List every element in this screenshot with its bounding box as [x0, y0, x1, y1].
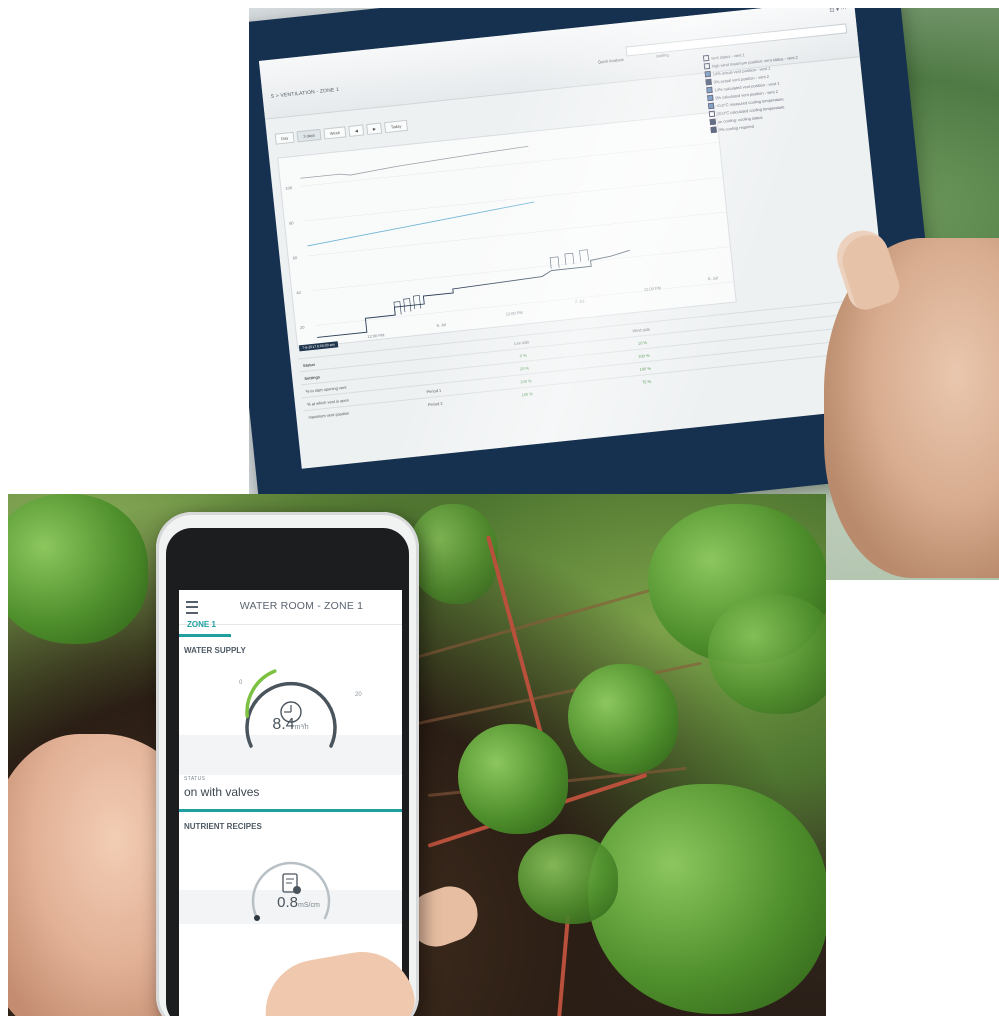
- x-tick: 12:00 PM: [505, 310, 523, 317]
- period-buttons: Day 3 days Week ◀ ▶ Today: [274, 119, 408, 145]
- leaf: [458, 724, 568, 834]
- nutrient-value: 0.8mS/cm: [179, 894, 402, 911]
- x-tick: 12:00 PM: [644, 285, 662, 292]
- today-button[interactable]: Today: [384, 119, 408, 134]
- gauge-marker: [254, 915, 260, 921]
- legend-checkbox[interactable]: [705, 78, 712, 86]
- prev-button[interactable]: ◀: [348, 124, 365, 137]
- tablet-screen: ⊡ ▾ ⋯ Quick Analysis cooling S > VENTILA…: [258, 8, 897, 469]
- leaf: [518, 834, 618, 924]
- three-days-button[interactable]: 3 days: [296, 128, 322, 143]
- value-number: 0.8: [277, 894, 299, 911]
- page-title: WATER ROOM - ZONE 1: [239, 600, 364, 612]
- gauge-min: 0: [239, 680, 243, 686]
- phone-device: WATER ROOM - ZONE 1 ZONE 1 WATER SUPPLY …: [156, 512, 419, 1016]
- status-label: STATUS: [184, 776, 206, 782]
- next-button[interactable]: ▶: [366, 122, 383, 136]
- y-tick: 80: [289, 220, 295, 226]
- tablet-header-icons[interactable]: ⊡ ▾ ⋯: [829, 8, 847, 14]
- y-tick: 60: [292, 255, 298, 261]
- tab-zone-1[interactable]: ZONE 1: [187, 620, 216, 629]
- y-axis-ticks: 100 80 60 40 20: [285, 185, 306, 331]
- water-supply-value: 8.4m³/h: [179, 716, 402, 734]
- drop-icon: [293, 886, 301, 894]
- row-period: Period 1: [426, 387, 442, 394]
- y-tick: 100: [285, 185, 293, 191]
- leaf: [408, 504, 498, 604]
- phone-photo: WATER ROOM - ZONE 1 ZONE 1 WATER SUPPLY …: [8, 494, 826, 1016]
- legend-label: 0% cooling required: [718, 123, 755, 132]
- stem: [553, 915, 570, 1016]
- value-unit: m³/h: [294, 724, 309, 731]
- calc-temp-line: [300, 145, 529, 179]
- legend-checkbox[interactable]: [710, 126, 717, 134]
- vent-status-steps: [393, 249, 589, 316]
- gauge-max: 20: [355, 692, 362, 698]
- legend-checkbox[interactable]: [709, 118, 717, 126]
- x-tick: 12:00 PM: [367, 332, 385, 339]
- x-tick: 8. Jul: [708, 275, 718, 281]
- tab-indicator: [179, 634, 231, 637]
- ventilation-chart: 100 80 60 40 20 12:00 PM 8. Jul 12:00 PM…: [277, 111, 737, 349]
- legend-checkbox[interactable]: [707, 102, 715, 110]
- y-tick: 20: [300, 325, 306, 331]
- quick-analysis-label: Quick Analysis: [597, 56, 625, 65]
- leaf: [708, 594, 826, 714]
- gauge-track: [245, 681, 337, 748]
- x-tick: 8. Jul: [436, 322, 446, 328]
- status-value: on with valves: [184, 785, 260, 799]
- quick-analysis-value: cooling: [655, 52, 669, 59]
- day-button[interactable]: Day: [274, 131, 295, 145]
- value-number: 8.4: [272, 716, 295, 733]
- x-tick: 7. Jul: [575, 298, 585, 304]
- row-period: [425, 374, 465, 378]
- strawberry-leaf: [588, 784, 826, 1014]
- section-divider: [179, 809, 402, 812]
- vent-position-line: [317, 249, 630, 338]
- water-supply-heading: WATER SUPPLY: [184, 646, 246, 655]
- water-supply-gauge: [245, 669, 337, 748]
- chart-legend: vent status - vent 1 high wind maximum p…: [702, 39, 861, 134]
- nutrient-gauge: [251, 861, 331, 921]
- nutrient-recipes-heading: NUTRIENT RECIPES: [184, 822, 262, 831]
- measured-temp-line: [307, 201, 535, 247]
- value-unit: mS/cm: [298, 902, 320, 909]
- breadcrumb: S > VENTILATION - ZONE 1: [270, 86, 340, 100]
- legend-checkbox[interactable]: [706, 86, 713, 94]
- leaf: [568, 664, 678, 774]
- legend-checkbox[interactable]: [704, 70, 712, 78]
- leaf: [8, 494, 148, 644]
- ventilation-chart-svg: 100 80 60 40 20 12:00 PM 8. Jul 12:00 PM…: [285, 142, 734, 339]
- row-period: Period 2: [427, 400, 443, 407]
- y-tick: 40: [296, 290, 302, 296]
- legend-checkbox[interactable]: [702, 54, 710, 62]
- week-button[interactable]: Week: [323, 126, 347, 140]
- legend-checkbox[interactable]: [703, 62, 711, 70]
- legend-checkbox[interactable]: [706, 94, 714, 102]
- legend-checkbox[interactable]: [708, 110, 716, 118]
